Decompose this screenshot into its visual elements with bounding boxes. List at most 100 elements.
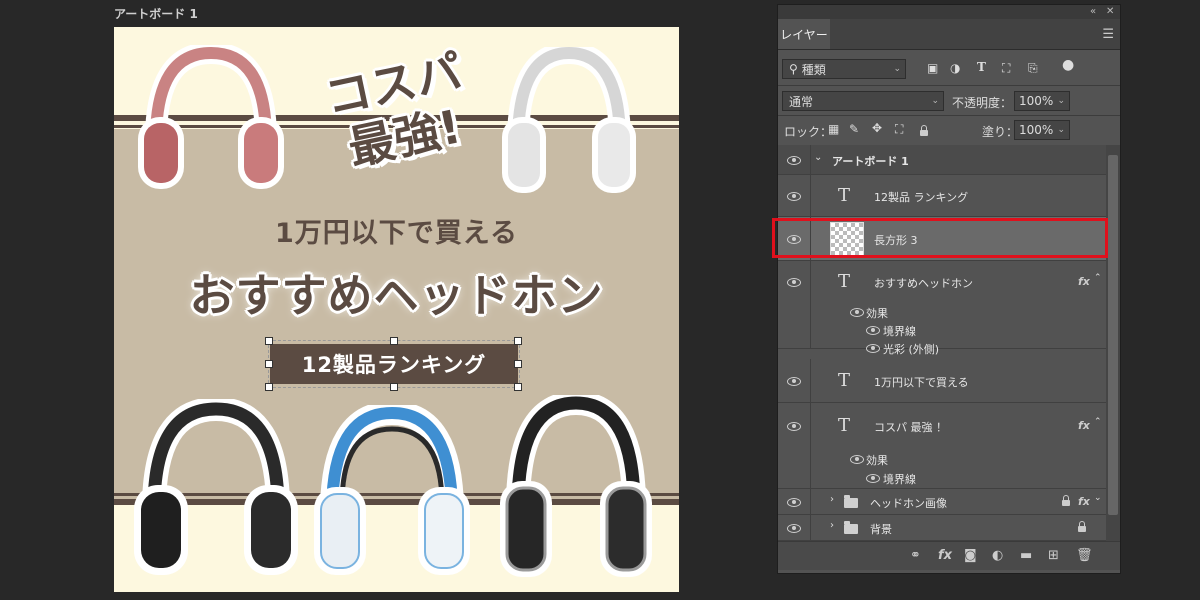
blend-mode-dropdown[interactable]: 通常 ⌄ (782, 91, 944, 111)
eye-icon[interactable] (866, 344, 880, 353)
separator (778, 85, 1120, 86)
chevron-right-icon[interactable]: › (830, 494, 834, 505)
effect-name: 光彩 (外側) (883, 343, 940, 356)
add-mask-icon[interactable]: ◙ (964, 548, 977, 563)
type-filter-icon[interactable]: T (977, 60, 986, 74)
fx-icon[interactable]: fx (1078, 495, 1090, 508)
layer-row-group[interactable]: › 背景 (778, 515, 1106, 541)
blend-row: 通常 ⌄ 不透明度： 100% ⌄ (778, 87, 1120, 115)
panel-bottom-bar: ⚭ fx ◙ ◐ ▬ ⊞ 🗑 (778, 541, 1120, 570)
eye-icon[interactable] (787, 422, 801, 431)
transform-handle[interactable] (265, 337, 273, 345)
eye-icon[interactable] (787, 377, 801, 386)
lock-image-icon[interactable]: ✎ (849, 122, 859, 136)
transform-handle[interactable] (514, 360, 522, 368)
transform-handle[interactable] (265, 383, 273, 391)
lock-icon (1078, 521, 1086, 532)
layer-row-text[interactable]: T 1万円以下で買える (778, 359, 1106, 403)
transform-handle[interactable] (390, 383, 398, 391)
new-group-icon[interactable]: ▬ (1020, 548, 1032, 563)
highlight-annotation-box (772, 218, 1108, 258)
layer-name: おすすめヘッドホン (874, 277, 973, 290)
blend-mode-value: 通常 (789, 94, 814, 109)
artboard-canvas[interactable]: コスパ 最強! 1万円以下で買える おすすめヘッドホン 12製品ランキング (114, 27, 679, 592)
eye-icon[interactable] (787, 192, 801, 201)
fx-icon[interactable]: fx (1078, 275, 1090, 288)
chevron-down-icon[interactable]: ⌄ (1094, 493, 1102, 503)
chevron-down-icon: ⌄ (931, 96, 939, 106)
opacity-value: 100% (1019, 94, 1054, 108)
search-icon: ⚲ (789, 62, 798, 76)
opacity-field[interactable]: 100% ⌄ (1014, 91, 1070, 111)
collapse-icon[interactable]: « (1090, 6, 1096, 17)
chevron-down-icon[interactable]: ⌄ (814, 152, 822, 163)
layer-name: ヘッドホン画像 (870, 497, 947, 510)
scrollbar-thumb[interactable] (1108, 155, 1118, 515)
eye-icon[interactable] (787, 524, 801, 533)
headphone-image-white[interactable] (500, 41, 638, 195)
hamburger-menu-icon[interactable]: ☰ (1102, 27, 1114, 42)
layer-row-text[interactable]: T 12製品 ランキング (778, 175, 1106, 217)
lock-label: ロック： (784, 125, 833, 139)
chevron-up-icon[interactable]: ⌃ (1094, 417, 1102, 427)
folder-icon (844, 495, 858, 508)
eye-icon[interactable] (787, 498, 801, 507)
eye-icon[interactable] (866, 474, 880, 483)
chevron-down-icon: ⌄ (893, 64, 901, 74)
main-title-text: おすすめヘッドホン (189, 269, 604, 322)
layers-panel: « ✕ レイヤー ☰ ⚲ 種類 ⌄ ▣ ◑ T ⛶ ⎘ ● 通常 ⌄ 不透明度：… (777, 4, 1121, 574)
lock-position-icon[interactable]: ✥ (872, 121, 882, 135)
lock-artboard-icon[interactable]: ⛶ (895, 122, 903, 137)
smartobject-filter-icon[interactable]: ⎘ (1028, 61, 1038, 76)
transform-handle[interactable] (514, 337, 522, 345)
chevron-down-icon: ⌄ (1057, 125, 1065, 135)
headphone-image-rose[interactable] (136, 41, 286, 193)
effect-name: 境界線 (883, 473, 916, 486)
headphone-image-black-silver[interactable] (498, 390, 654, 579)
headphone-image-blue[interactable] (312, 400, 472, 577)
shape-filter-icon[interactable]: ⛶ (1002, 61, 1010, 76)
filter-toggle-icon[interactable]: ● (1062, 57, 1074, 73)
lock-transparent-icon[interactable]: ▦ (828, 122, 839, 136)
layer-row-group[interactable]: › ヘッドホン画像 fx ⌄ (778, 489, 1106, 515)
filter-kind-value: 種類 (801, 62, 826, 77)
tab-layers[interactable]: レイヤー (778, 19, 830, 49)
panel-title-bar: « ✕ (778, 5, 1120, 19)
link-layers-icon[interactable]: ⚭ (910, 548, 921, 563)
lock-all-icon[interactable] (920, 125, 928, 136)
effects-label: 効果 (866, 307, 888, 320)
eye-icon[interactable] (787, 278, 801, 287)
add-style-icon[interactable]: fx (938, 548, 952, 563)
layer-row-text-fx[interactable]: T おすすめヘッドホン fx ⌃ 効果 境界線 光彩 (外側) (778, 261, 1106, 356)
eye-icon[interactable] (850, 308, 864, 317)
layer-list-scrollbar[interactable] (1106, 145, 1120, 541)
fx-icon[interactable]: fx (1078, 419, 1090, 432)
eye-icon[interactable] (787, 156, 801, 165)
lock-row: ロック： ▦ ✎ ✥ ⛶ 塗り： 100% ⌄ (778, 116, 1120, 144)
transform-handle[interactable] (514, 383, 522, 391)
layer-row-artboard[interactable]: ⌄ アートボード 1 (778, 145, 1106, 175)
panel-tab-bar: レイヤー ☰ (778, 19, 1120, 50)
pixel-filter-icon[interactable]: ▣ (927, 61, 938, 75)
artboard-label[interactable]: アートボード 1 (114, 5, 198, 22)
close-icon[interactable]: ✕ (1106, 6, 1114, 17)
eye-icon[interactable] (850, 455, 864, 464)
text-layer-icon: T (838, 185, 851, 206)
delete-layer-icon[interactable]: 🗑 (1076, 548, 1093, 563)
chevron-right-icon[interactable]: › (830, 520, 834, 531)
filter-kind-dropdown[interactable]: ⚲ 種類 ⌄ (782, 59, 906, 79)
eye-icon[interactable] (866, 326, 880, 335)
new-layer-icon[interactable]: ⊞ (1048, 548, 1059, 563)
fill-field[interactable]: 100% ⌄ (1014, 120, 1070, 140)
subtitle-text: 1万円以下で買える (275, 218, 518, 249)
transform-handle[interactable] (390, 337, 398, 345)
layer-row-text-fx[interactable]: T コスパ 最強 ！ fx ⌃ 効果 境界線 (778, 403, 1106, 489)
adjustment-filter-icon[interactable]: ◑ (950, 61, 960, 75)
transform-handle[interactable] (265, 360, 273, 368)
headphone-image-black[interactable] (132, 396, 300, 577)
layer-name: 12製品 ランキング (874, 191, 969, 204)
filter-row: ⚲ 種類 ⌄ ▣ ◑ T ⛶ ⎘ ● (778, 51, 1120, 83)
layer-name: 背景 (870, 523, 892, 536)
new-adjustment-icon[interactable]: ◐ (992, 548, 1003, 563)
chevron-up-icon[interactable]: ⌃ (1094, 273, 1102, 283)
